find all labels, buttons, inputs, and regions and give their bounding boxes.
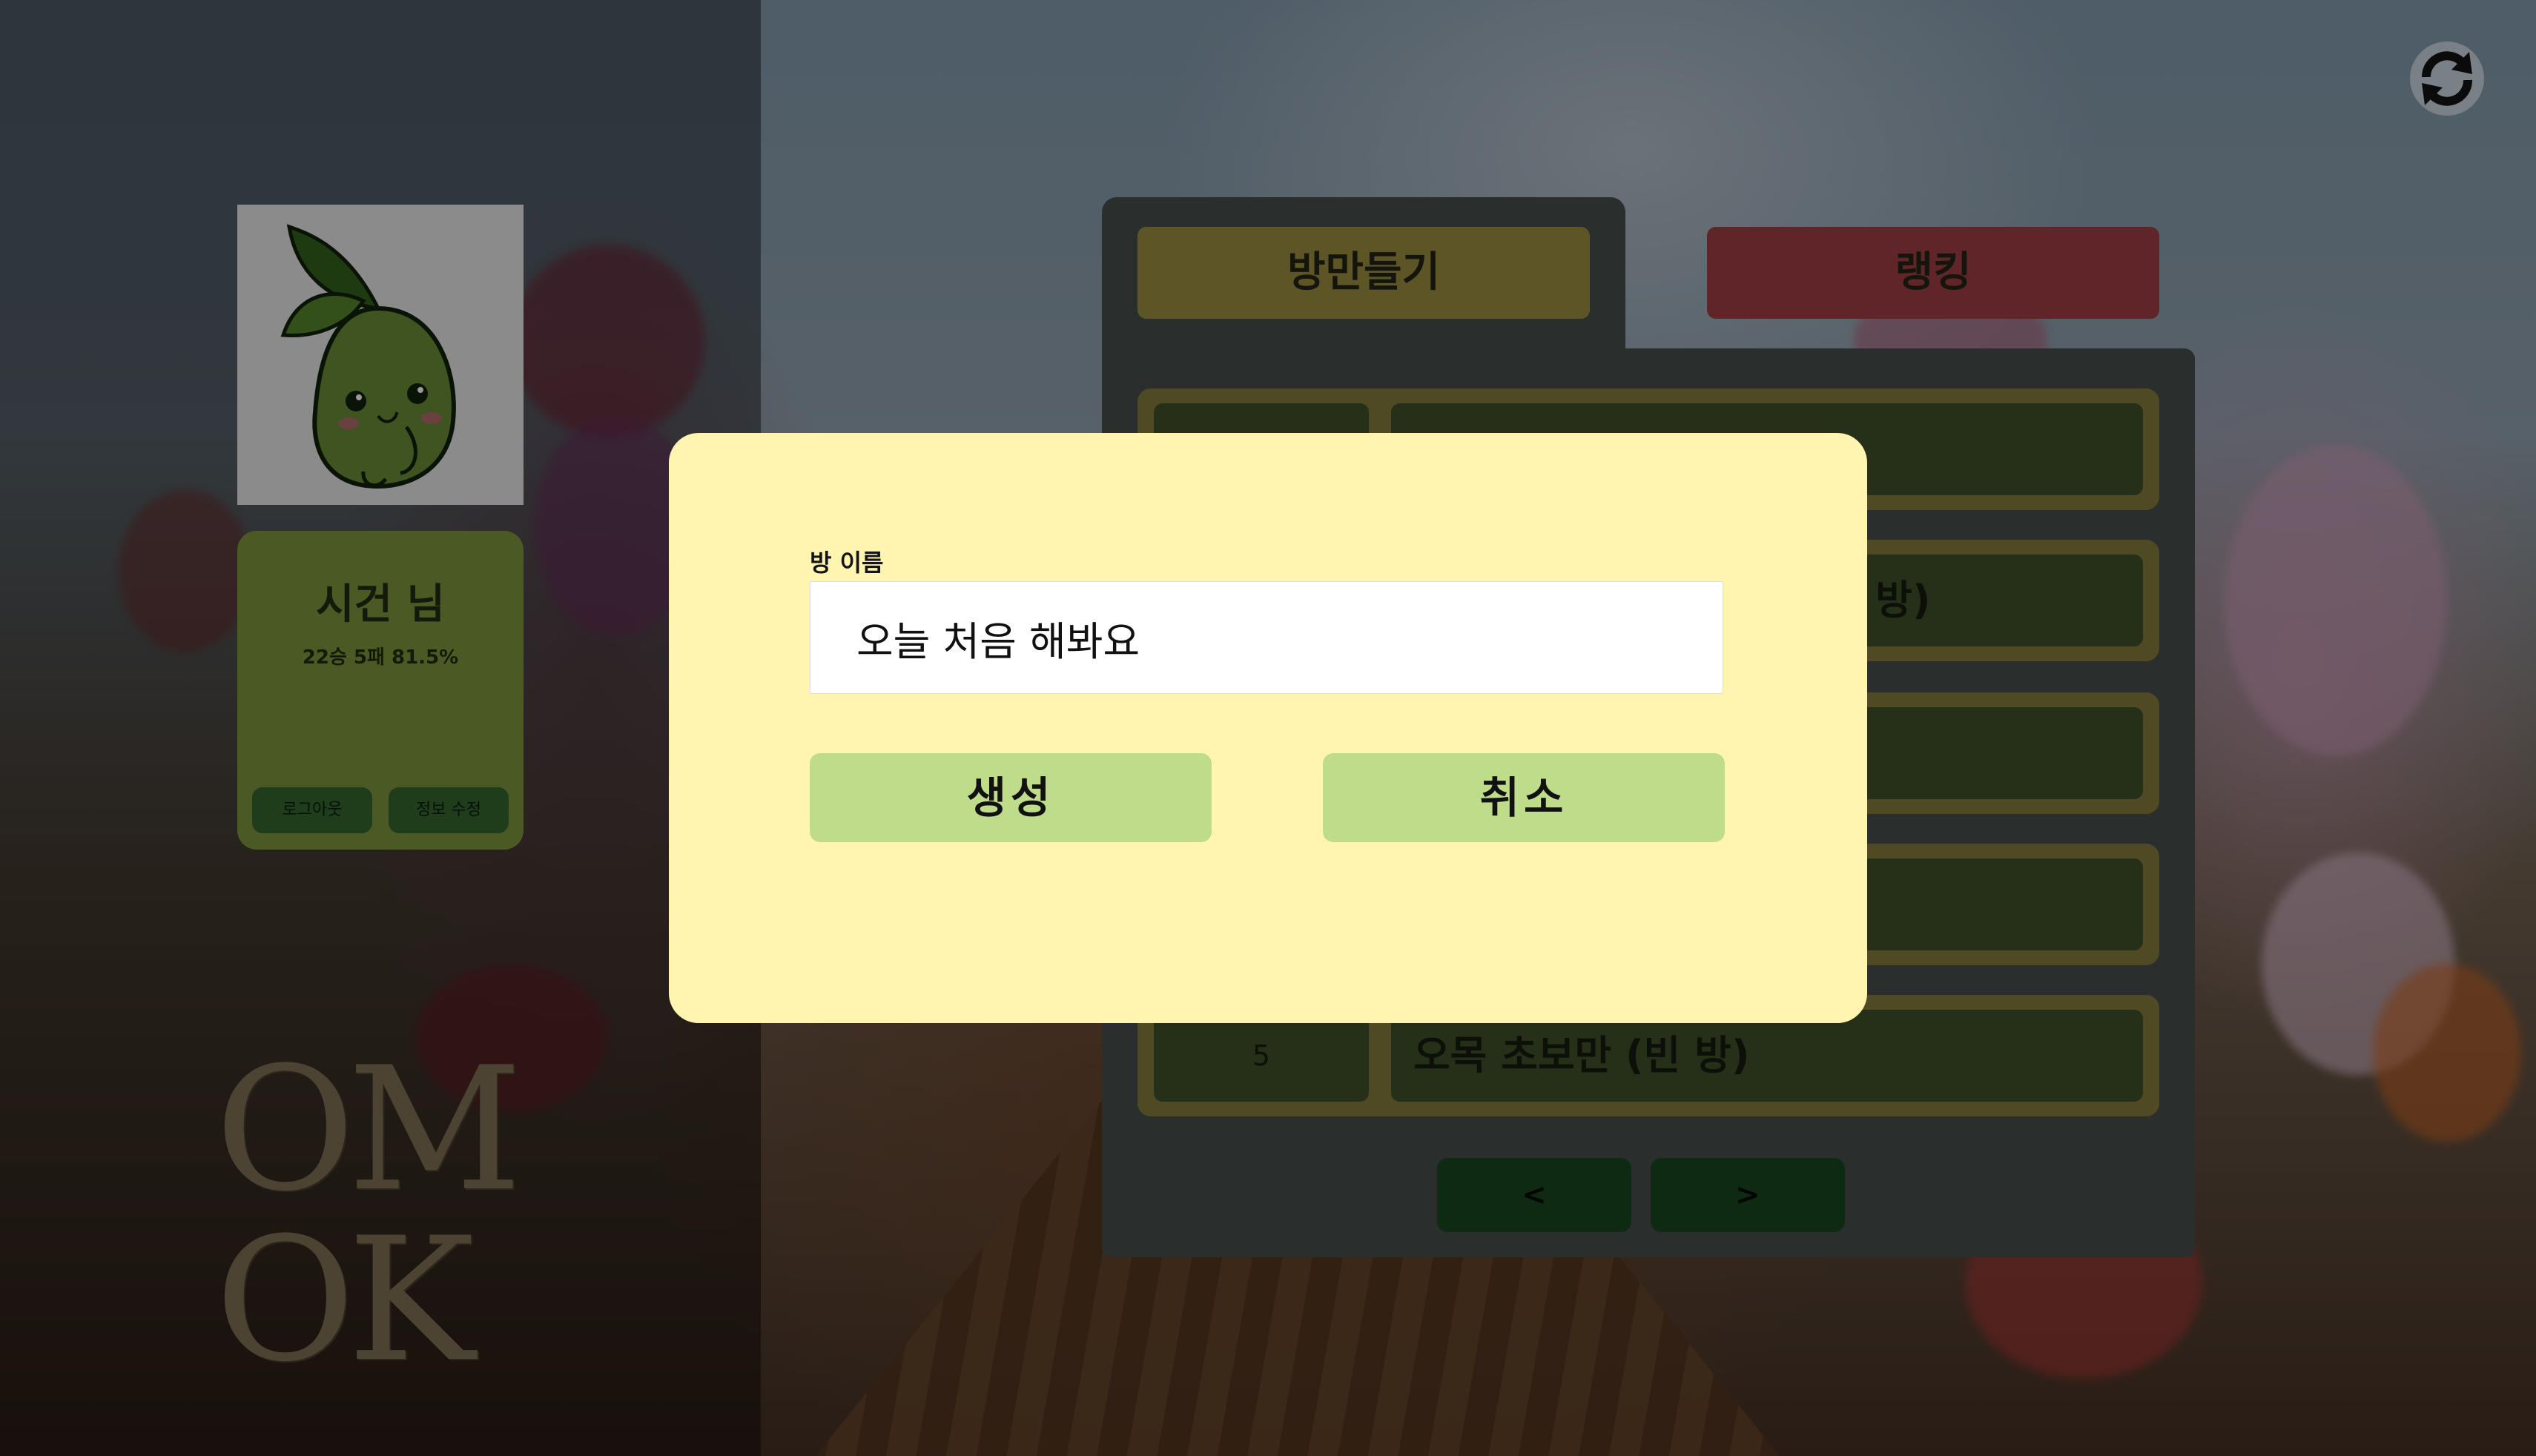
player-name: 시건 님	[315, 580, 446, 629]
tab-ranking[interactable]: 랭킹	[1707, 227, 2159, 319]
room-name-input[interactable]	[810, 581, 1723, 694]
room-name-label: 방 이름	[810, 549, 884, 577]
avatar	[237, 205, 524, 505]
sprout-character-icon	[237, 205, 524, 505]
room-number: 5	[1154, 1010, 1369, 1102]
tab-create-room[interactable]: 방만들기	[1137, 227, 1590, 319]
player-record: 22승 5패 81.5%	[302, 646, 459, 669]
logout-button[interactable]: 로그아웃	[252, 787, 372, 833]
next-page-button[interactable]: >	[1651, 1158, 1845, 1232]
create-button[interactable]: 생성	[810, 753, 1212, 842]
create-room-modal: 방 이름 생성 취소	[669, 433, 1867, 1023]
logo-line-2: OK	[215, 1202, 475, 1400]
room-title: 오목 초보만 (빈 방)	[1391, 1010, 2143, 1102]
cancel-button[interactable]: 취소	[1323, 753, 1725, 842]
refresh-button[interactable]	[2410, 42, 2484, 116]
refresh-icon	[2422, 51, 2472, 106]
edit-profile-button[interactable]: 정보 수정	[389, 787, 509, 833]
omok-logo: OM OK	[215, 1031, 522, 1400]
prev-page-button[interactable]: <	[1437, 1158, 1631, 1232]
profile-card: 시건 님 22승 5패 81.5% 로그아웃 정보 수정	[237, 531, 524, 850]
logo-line-1: OM	[215, 1031, 522, 1229]
